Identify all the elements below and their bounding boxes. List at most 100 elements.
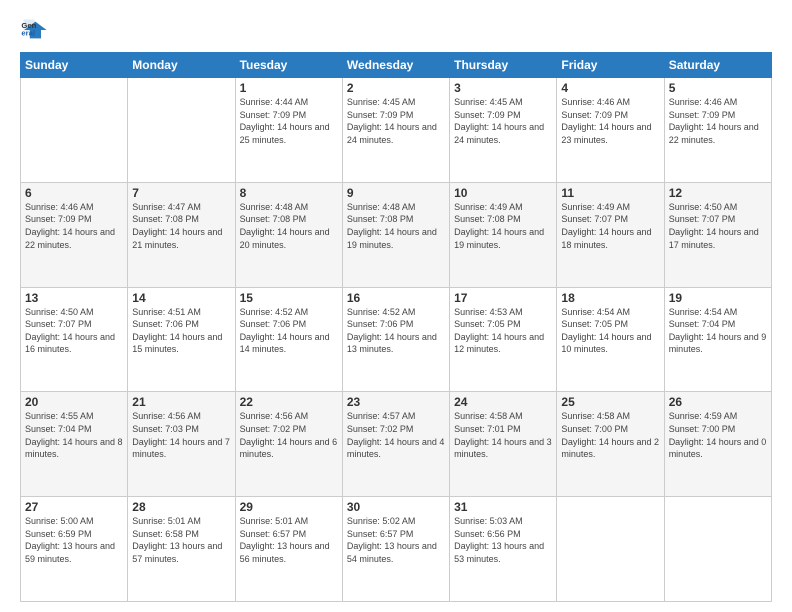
day-info-line: Daylight: 13 hours and 59 minutes.	[25, 541, 115, 564]
day-info-line: Sunrise: 4:58 AM	[561, 411, 630, 421]
day-number: 13	[25, 291, 123, 305]
calendar-cell: 27Sunrise: 5:00 AMSunset: 6:59 PMDayligh…	[21, 497, 128, 602]
calendar-cell: 18Sunrise: 4:54 AMSunset: 7:05 PMDayligh…	[557, 287, 664, 392]
calendar-cell: 11Sunrise: 4:49 AMSunset: 7:07 PMDayligh…	[557, 182, 664, 287]
day-number: 28	[132, 500, 230, 514]
day-info-line: Sunset: 7:08 PM	[132, 214, 199, 224]
day-info: Sunrise: 4:46 AMSunset: 7:09 PMDaylight:…	[669, 96, 767, 146]
calendar-cell: 13Sunrise: 4:50 AMSunset: 7:07 PMDayligh…	[21, 287, 128, 392]
day-info-line: Daylight: 14 hours and 20 minutes.	[240, 227, 330, 250]
day-info-line: Sunrise: 5:02 AM	[347, 516, 416, 526]
day-number: 31	[454, 500, 552, 514]
day-header: Thursday	[450, 53, 557, 78]
day-info: Sunrise: 4:56 AMSunset: 7:02 PMDaylight:…	[240, 410, 338, 460]
day-number: 20	[25, 395, 123, 409]
page: Gen eral SundayMondayTuesdayWednesdayThu…	[0, 0, 792, 612]
day-header: Tuesday	[235, 53, 342, 78]
day-info-line: Daylight: 14 hours and 2 minutes.	[561, 437, 659, 460]
day-number: 8	[240, 186, 338, 200]
day-info-line: Sunset: 7:08 PM	[454, 214, 521, 224]
calendar-cell: 9Sunrise: 4:48 AMSunset: 7:08 PMDaylight…	[342, 182, 449, 287]
day-info-line: Daylight: 14 hours and 17 minutes.	[669, 227, 759, 250]
day-header: Friday	[557, 53, 664, 78]
day-info: Sunrise: 4:58 AMSunset: 7:01 PMDaylight:…	[454, 410, 552, 460]
day-number: 16	[347, 291, 445, 305]
day-info: Sunrise: 4:49 AMSunset: 7:07 PMDaylight:…	[561, 201, 659, 251]
day-info-line: Sunrise: 4:57 AM	[347, 411, 416, 421]
day-info: Sunrise: 4:55 AMSunset: 7:04 PMDaylight:…	[25, 410, 123, 460]
calendar-cell: 16Sunrise: 4:52 AMSunset: 7:06 PMDayligh…	[342, 287, 449, 392]
day-info: Sunrise: 4:58 AMSunset: 7:00 PMDaylight:…	[561, 410, 659, 460]
day-info-line: Daylight: 14 hours and 14 minutes.	[240, 332, 330, 355]
day-number: 26	[669, 395, 767, 409]
day-number: 22	[240, 395, 338, 409]
day-info: Sunrise: 4:57 AMSunset: 7:02 PMDaylight:…	[347, 410, 445, 460]
day-number: 19	[669, 291, 767, 305]
calendar-cell: 29Sunrise: 5:01 AMSunset: 6:57 PMDayligh…	[235, 497, 342, 602]
day-number: 4	[561, 81, 659, 95]
day-number: 12	[669, 186, 767, 200]
calendar-cell: 7Sunrise: 4:47 AMSunset: 7:08 PMDaylight…	[128, 182, 235, 287]
day-info-line: Daylight: 14 hours and 19 minutes.	[454, 227, 544, 250]
day-info-line: Sunrise: 4:49 AM	[454, 202, 523, 212]
day-info: Sunrise: 4:48 AMSunset: 7:08 PMDaylight:…	[347, 201, 445, 251]
day-info-line: Daylight: 14 hours and 9 minutes.	[669, 332, 767, 355]
day-info-line: Daylight: 14 hours and 24 minutes.	[454, 122, 544, 145]
day-info-line: Daylight: 14 hours and 22 minutes.	[25, 227, 115, 250]
calendar-cell: 26Sunrise: 4:59 AMSunset: 7:00 PMDayligh…	[664, 392, 771, 497]
day-info-line: Sunset: 7:04 PM	[669, 319, 736, 329]
calendar-cell: 20Sunrise: 4:55 AMSunset: 7:04 PMDayligh…	[21, 392, 128, 497]
day-number: 27	[25, 500, 123, 514]
calendar-week-row: 13 Sunrise: 4:50 AM Sunset: 7:07 PM Dayligh…	[21, 287, 772, 392]
day-header: Monday	[128, 53, 235, 78]
day-number: 25	[561, 395, 659, 409]
day-info: Sunrise: 5:02 AMSunset: 6:57 PMDaylight:…	[347, 515, 445, 565]
day-info-line: Daylight: 14 hours and 19 minutes.	[347, 227, 437, 250]
calendar-cell: 17Sunrise: 4:53 AMSunset: 7:05 PMDayligh…	[450, 287, 557, 392]
day-info-line: Sunrise: 4:53 AM	[454, 307, 523, 317]
day-info-line: Sunset: 6:56 PM	[454, 529, 521, 539]
day-info-line: Sunset: 7:02 PM	[240, 424, 307, 434]
day-number: 2	[347, 81, 445, 95]
day-info: Sunrise: 4:48 AMSunset: 7:08 PMDaylight:…	[240, 201, 338, 251]
calendar-cell: 3Sunrise: 4:45 AMSunset: 7:09 PMDaylight…	[450, 78, 557, 183]
day-info-line: Sunset: 7:07 PM	[669, 214, 736, 224]
day-info: Sunrise: 4:47 AMSunset: 7:08 PMDaylight:…	[132, 201, 230, 251]
day-info-line: Sunrise: 4:56 AM	[132, 411, 201, 421]
calendar-cell	[21, 78, 128, 183]
calendar-cell: 23Sunrise: 4:57 AMSunset: 7:02 PMDayligh…	[342, 392, 449, 497]
day-info-line: Daylight: 14 hours and 6 minutes.	[240, 437, 338, 460]
day-info-line: Sunrise: 4:52 AM	[347, 307, 416, 317]
day-info-line: Sunset: 7:07 PM	[25, 319, 92, 329]
day-info-line: Sunrise: 4:46 AM	[25, 202, 94, 212]
day-info-line: Sunrise: 4:45 AM	[347, 97, 416, 107]
day-info: Sunrise: 4:44 AMSunset: 7:09 PMDaylight:…	[240, 96, 338, 146]
day-info-line: Sunrise: 5:03 AM	[454, 516, 523, 526]
calendar-week-row: 27Sunrise: 5:00 AMSunset: 6:59 PMDayligh…	[21, 497, 772, 602]
day-info: Sunrise: 4:45 AMSunset: 7:09 PMDaylight:…	[454, 96, 552, 146]
day-info-line: Sunrise: 4:48 AM	[347, 202, 416, 212]
day-info-line: Sunset: 7:05 PM	[561, 319, 628, 329]
day-info-line: Sunset: 7:05 PM	[454, 319, 521, 329]
day-info-line: Sunrise: 4:49 AM	[561, 202, 630, 212]
day-header: Saturday	[664, 53, 771, 78]
calendar-cell	[128, 78, 235, 183]
day-info-line: Sunset: 7:09 PM	[240, 110, 307, 120]
day-info-line: Sunset: 6:58 PM	[132, 529, 199, 539]
day-info: Sunrise: 4:50 AM Sunset: 7:07 PM Daylight:…	[669, 201, 767, 251]
day-info-line: Daylight: 14 hours and 7 minutes.	[132, 437, 230, 460]
calendar-week-row: 1Sunrise: 4:44 AMSunset: 7:09 PMDaylight…	[21, 78, 772, 183]
day-info-line: Sunrise: 5:01 AM	[240, 516, 309, 526]
day-info: Sunrise: 5:01 AMSunset: 6:57 PMDaylight:…	[240, 515, 338, 565]
day-info-line: Sunrise: 4:50 AM	[669, 202, 738, 212]
calendar-cell: 6Sunrise: 4:46 AMSunset: 7:09 PMDaylight…	[21, 182, 128, 287]
day-number: 6	[25, 186, 123, 200]
day-info: Sunrise: 4:45 AMSunset: 7:09 PMDaylight:…	[347, 96, 445, 146]
day-info-line: Sunset: 7:06 PM	[132, 319, 199, 329]
day-info-line: Sunrise: 4:50 AM	[25, 307, 94, 317]
calendar-week-row: 6Sunrise: 4:46 AMSunset: 7:09 PMDaylight…	[21, 182, 772, 287]
day-number: 9	[347, 186, 445, 200]
calendar-week-row: 20Sunrise: 4:55 AMSunset: 7:04 PMDayligh…	[21, 392, 772, 497]
calendar-cell	[664, 497, 771, 602]
day-info-line: Daylight: 14 hours and 8 minutes.	[25, 437, 123, 460]
